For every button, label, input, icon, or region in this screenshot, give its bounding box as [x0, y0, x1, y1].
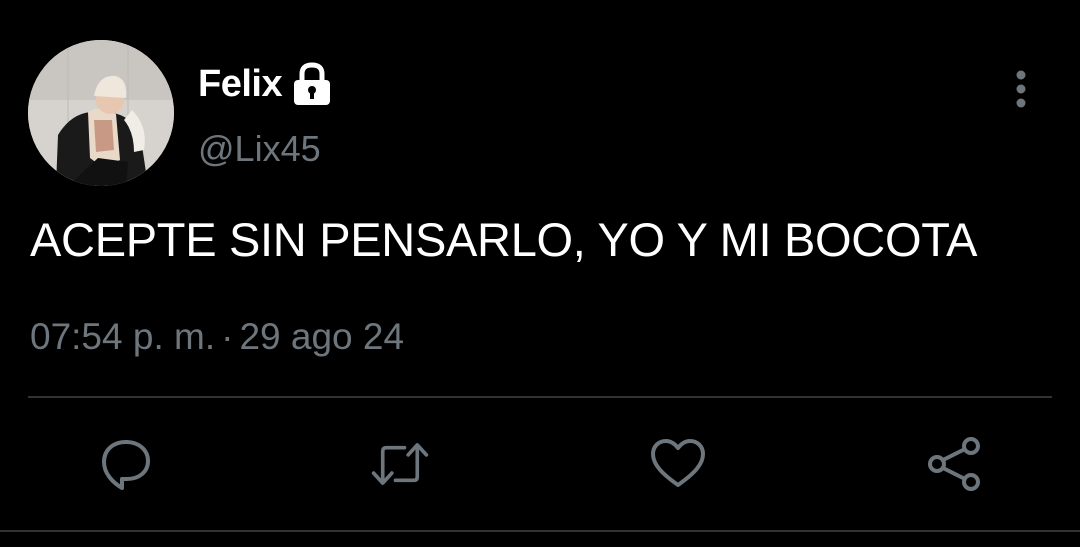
reply-button[interactable]: [96, 434, 156, 494]
like-button[interactable]: [648, 434, 708, 494]
avatar-photo: [28, 40, 174, 186]
lock-icon: [290, 61, 334, 107]
tweet-timestamp[interactable]: 07:54 p. m. · 29 ago 24: [30, 316, 404, 358]
timestamp-separator: ·: [221, 316, 234, 357]
more-options-button[interactable]: [1002, 66, 1040, 112]
retweet-button[interactable]: [370, 434, 430, 494]
display-name[interactable]: Felix: [198, 63, 283, 106]
tweet-date: 29 ago 24: [239, 316, 405, 357]
heart-icon: [651, 439, 705, 487]
retweet-icon: [371, 443, 429, 485]
tweet-detail: Felix @Lix45 ACEPTE SIN PENSARLO, YO Y M…: [0, 0, 1080, 547]
avatar[interactable]: [28, 40, 174, 186]
share-icon: [928, 437, 980, 491]
share-button[interactable]: [924, 434, 984, 494]
divider: [28, 396, 1052, 398]
tweet-text: ACEPTE SIN PENSARLO, YO Y MI BOCOTA: [30, 213, 978, 266]
tweet-time: 07:54 p. m.: [30, 316, 216, 357]
reply-icon: [102, 440, 150, 490]
display-name-row: Felix: [198, 58, 334, 110]
user-handle[interactable]: @Lix45: [198, 128, 321, 170]
vertical-ellipsis-icon: [1016, 70, 1026, 108]
bottom-divider: [0, 530, 1080, 532]
